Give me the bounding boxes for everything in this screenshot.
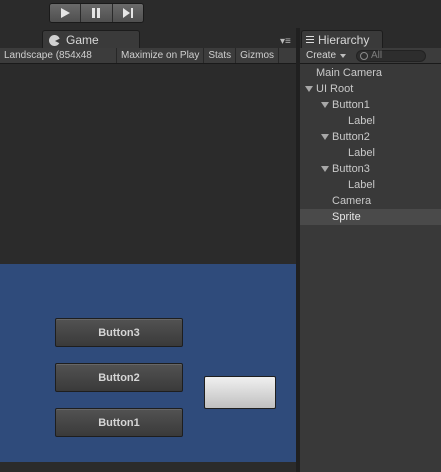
game-icon bbox=[49, 34, 61, 46]
hierarchy-item-button1[interactable]: Button1 bbox=[300, 97, 441, 113]
button2[interactable]: Button2 bbox=[55, 363, 183, 392]
hierarchy-item-label: Button1 bbox=[332, 99, 370, 111]
top-toolbar bbox=[0, 0, 441, 28]
list-icon bbox=[306, 36, 314, 44]
hierarchy-item-label: Button2 bbox=[332, 131, 370, 143]
hierarchy-item-label: Button3 bbox=[332, 163, 370, 175]
hierarchy-toolbar: Create All bbox=[300, 48, 441, 64]
search-icon bbox=[360, 51, 369, 60]
maximize-on-play-toggle[interactable]: Maximize on Play bbox=[117, 48, 205, 63]
hierarchy-item-ui-root[interactable]: UI Root bbox=[300, 81, 441, 97]
hierarchy-item-label: Label bbox=[348, 115, 375, 127]
expand-triangle-icon[interactable] bbox=[321, 134, 329, 140]
stats-toggle[interactable]: Stats bbox=[204, 48, 237, 63]
expand-triangle-icon[interactable] bbox=[321, 102, 329, 108]
step-icon bbox=[122, 8, 133, 18]
tab-hierarchy[interactable]: Hierarchy bbox=[301, 30, 383, 49]
expand-triangle-icon[interactable] bbox=[305, 86, 313, 92]
pause-button[interactable] bbox=[81, 4, 113, 22]
game-toolbar: Landscape (854x48 Maximize on Play Stats… bbox=[0, 48, 296, 64]
aspect-dropdown[interactable]: Landscape (854x48 bbox=[0, 48, 117, 63]
tab-game[interactable]: Game bbox=[42, 30, 140, 49]
expand-triangle-icon[interactable] bbox=[321, 166, 329, 172]
hierarchy-item-label: Sprite bbox=[332, 211, 361, 223]
create-dropdown[interactable]: Create bbox=[306, 50, 347, 61]
hierarchy-list: Main Camera UI Root Button1 Label Button… bbox=[300, 64, 441, 472]
search-input[interactable]: All bbox=[356, 49, 427, 62]
button3[interactable]: Button3 bbox=[55, 318, 183, 347]
search-placeholder: All bbox=[371, 50, 383, 61]
hierarchy-item-sprite[interactable]: Sprite bbox=[300, 209, 441, 225]
hierarchy-item-button2[interactable]: Button2 bbox=[300, 129, 441, 145]
hierarchy-item-camera[interactable]: Camera bbox=[300, 193, 441, 209]
hierarchy-item-label[interactable]: Label bbox=[300, 177, 441, 193]
gizmos-toggle[interactable]: Gizmos bbox=[236, 48, 280, 63]
hierarchy-item-label[interactable]: Label bbox=[300, 145, 441, 161]
hierarchy-item-main-camera[interactable]: Main Camera bbox=[300, 65, 441, 81]
sprite-widget[interactable] bbox=[204, 376, 276, 409]
hierarchy-item-label: Main Camera bbox=[316, 67, 383, 79]
step-button[interactable] bbox=[112, 4, 143, 22]
tab-hierarchy-label: Hierarchy bbox=[318, 33, 370, 47]
chevron-down-icon bbox=[340, 53, 347, 58]
hierarchy-item-label: UI Root bbox=[316, 83, 354, 95]
playback-controls bbox=[49, 3, 144, 23]
tab-game-label: Game bbox=[66, 33, 99, 47]
hierarchy-item-label: Camera bbox=[332, 195, 372, 207]
pause-icon bbox=[92, 8, 101, 18]
play-icon bbox=[61, 8, 71, 18]
hierarchy-item-label: Label bbox=[348, 179, 375, 191]
button1[interactable]: Button1 bbox=[55, 408, 183, 437]
create-label: Create bbox=[306, 50, 337, 61]
play-button[interactable] bbox=[50, 4, 82, 22]
panel-menu-icon[interactable]: ▾≡ bbox=[280, 36, 296, 48]
hierarchy-item-label[interactable]: Label bbox=[300, 113, 441, 129]
hierarchy-item-label: Label bbox=[348, 147, 375, 159]
hierarchy-item-button3[interactable]: Button3 bbox=[300, 161, 441, 177]
